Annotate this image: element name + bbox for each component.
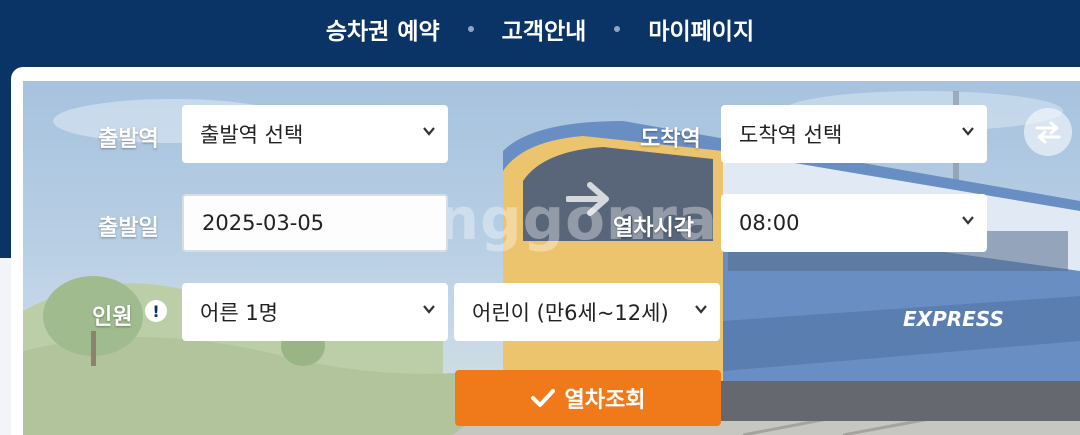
- date-input-value: 2025-03-05: [202, 211, 325, 235]
- passenger-label: 인원: [92, 305, 133, 330]
- departure-select-value: 출발역 선택: [200, 123, 304, 147]
- adult-count-value: 어른 1명: [200, 301, 278, 325]
- check-icon: [530, 389, 555, 407]
- time-select[interactable]: 08:00: [721, 194, 987, 252]
- info-icon[interactable]: !: [145, 300, 167, 322]
- swap-icon: [1035, 121, 1061, 144]
- chevron-down-icon: [962, 216, 974, 225]
- swap-stations-button[interactable]: [1024, 108, 1072, 156]
- search-button-label: 열차조회: [564, 388, 646, 413]
- date-label: 출발일: [98, 216, 159, 241]
- main-nav: 승차권 예약 고객안내 마이페이지: [0, 0, 1080, 58]
- nav-separator: [614, 26, 621, 32]
- chevron-down-icon: [962, 127, 974, 136]
- chevron-down-icon: [423, 305, 435, 314]
- nav-item-reservation[interactable]: 승차권 예약: [326, 12, 440, 46]
- nav-item-customer-guide[interactable]: 고객안내: [502, 12, 587, 46]
- chevron-down-icon: [695, 305, 707, 314]
- arrival-select-value: 도착역 선택: [739, 123, 843, 147]
- departure-select[interactable]: 출발역 선택: [182, 105, 448, 163]
- arrow-right-icon: [566, 182, 609, 216]
- search-trains-button[interactable]: 열차조회: [455, 370, 721, 426]
- time-select-value: 08:00: [739, 211, 800, 235]
- departure-label: 출발역: [98, 127, 159, 152]
- nav-item-mypage[interactable]: 마이페이지: [648, 12, 754, 46]
- nav-separator: [467, 26, 474, 32]
- adult-count-select[interactable]: 어른 1명: [182, 283, 448, 341]
- child-count-select[interactable]: 어린이 (만6세~12세): [454, 283, 720, 341]
- chevron-down-icon: [423, 127, 435, 136]
- arrival-label: 도착역: [640, 127, 701, 152]
- child-count-value: 어린이 (만6세~12세): [472, 301, 669, 325]
- arrival-select[interactable]: 도착역 선택: [721, 105, 987, 163]
- time-label: 열차시각: [613, 216, 694, 241]
- date-input[interactable]: 2025-03-05: [182, 194, 448, 252]
